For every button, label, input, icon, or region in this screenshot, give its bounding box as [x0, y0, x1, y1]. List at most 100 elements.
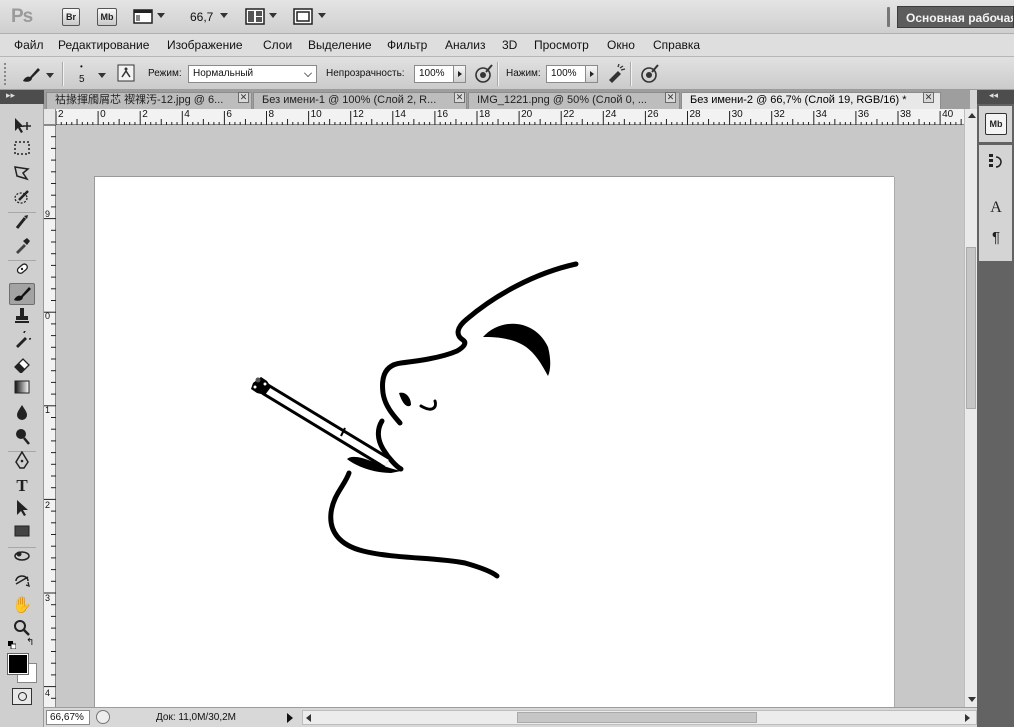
- blur-tool-icon[interactable]: [9, 403, 35, 425]
- pressure-input[interactable]: 100%: [546, 65, 586, 83]
- screen-mode-dropdown-icon[interactable]: [318, 13, 326, 18]
- tablet-size-pressure-icon[interactable]: [639, 64, 659, 84]
- bridge-button[interactable]: Br: [62, 8, 80, 26]
- document-tab-label: Без имени-1 @ 100% (Слой 2, R...: [262, 94, 437, 106]
- document-tab[interactable]: 祜掾揮斶屑芯 禊祼汚-12.jpg @ 6...: [46, 92, 252, 109]
- menu-image[interactable]: Изображение: [167, 38, 243, 52]
- vertical-scrollbar[interactable]: [964, 109, 977, 707]
- menu-view[interactable]: Просмотр: [534, 38, 589, 52]
- eraser-tool-icon[interactable]: [9, 355, 35, 377]
- eyedropper-tool-icon[interactable]: [9, 236, 35, 258]
- lasso-tool-icon[interactable]: [9, 164, 35, 186]
- ruler-label: 12: [352, 109, 364, 120]
- close-icon[interactable]: ✕: [665, 92, 676, 103]
- status-menu-arrow-icon[interactable]: [287, 713, 293, 723]
- paragraph-panel-icon[interactable]: ¶: [985, 227, 1007, 249]
- menu-layers[interactable]: Слои: [263, 38, 292, 52]
- quick-selection-tool-icon[interactable]: [9, 188, 35, 210]
- canvas-area[interactable]: [56, 125, 964, 707]
- 3d-orbit-tool-icon[interactable]: [9, 571, 35, 593]
- tools-panel-header[interactable]: ▸▸: [0, 90, 44, 104]
- character-panel-icon[interactable]: A: [985, 197, 1007, 219]
- ruler-label: 0: [100, 109, 106, 120]
- menu-window[interactable]: Окно: [607, 38, 635, 52]
- default-colors-icon[interactable]: [8, 638, 17, 650]
- pen-tool-icon[interactable]: [9, 450, 35, 473]
- tool-preset-brush-icon[interactable]: [20, 64, 40, 84]
- menu-file[interactable]: Файл: [14, 38, 44, 52]
- arrange-documents-icon[interactable]: [245, 8, 265, 25]
- horizontal-scrollbar[interactable]: [302, 710, 977, 725]
- zoom-level[interactable]: 66,7: [190, 10, 213, 24]
- horizontal-ruler[interactable]: 2 0 2 4 6 8 10 12 14 16 18 20 22 24 26 28 30 32 34 36 38 40: [56, 109, 964, 125]
- minibridge-button[interactable]: Mb: [97, 8, 117, 26]
- photoshop-logo: Ps: [11, 6, 33, 27]
- screen-mode-icon[interactable]: [293, 8, 313, 25]
- swap-colors-icon[interactable]: ↰: [26, 637, 34, 648]
- options-grip[interactable]: [4, 63, 8, 85]
- document-tab[interactable]: IMG_1221.png @ 50% (Слой 0, ...: [468, 92, 680, 109]
- zoom-dropdown-icon[interactable]: [220, 13, 228, 18]
- pressure-slider-button[interactable]: [585, 65, 598, 83]
- brush-tool-icon[interactable]: [9, 283, 35, 305]
- document-canvas[interactable]: [94, 176, 894, 707]
- expand-arrows-icon[interactable]: ◂◂: [989, 90, 998, 101]
- move-tool-icon[interactable]: [9, 116, 35, 138]
- path-selection-tool-icon[interactable]: [9, 499, 35, 521]
- mode-select[interactable]: Нормальный: [188, 65, 317, 83]
- gradient-tool-icon[interactable]: [9, 379, 35, 401]
- menu-analysis[interactable]: Анализ: [445, 38, 486, 52]
- vertical-scroll-thumb[interactable]: [966, 247, 976, 409]
- document-info-icon[interactable]: [96, 710, 110, 724]
- type-tool-icon[interactable]: T: [9, 475, 35, 497]
- workspace-switcher[interactable]: Основная рабочая: [897, 6, 1014, 28]
- scroll-up-arrow-icon[interactable]: [968, 113, 976, 118]
- 3d-rotate-tool-icon[interactable]: [9, 547, 35, 569]
- minibridge-panel-icon[interactable]: Mb: [985, 113, 1007, 135]
- rectangle-tool-icon[interactable]: [9, 523, 35, 545]
- view-extras-dropdown-icon[interactable]: [157, 13, 165, 18]
- brush-picker-dropdown-icon[interactable]: [98, 73, 106, 78]
- history-panel-icon[interactable]: [985, 151, 1007, 173]
- horizontal-scroll-thumb[interactable]: [517, 712, 757, 723]
- document-tab-active[interactable]: Без имени-2 @ 66,7% (Слой 19, RGB/16) *: [681, 92, 941, 109]
- quick-mask-icon[interactable]: [12, 688, 32, 705]
- marquee-tool-icon[interactable]: [9, 140, 35, 162]
- menu-select[interactable]: Выделение: [308, 38, 372, 52]
- arrange-dropdown-icon[interactable]: [269, 13, 277, 18]
- ruler-origin[interactable]: [44, 109, 56, 125]
- close-icon[interactable]: ✕: [238, 92, 249, 103]
- collapse-arrows-icon[interactable]: ▸▸: [6, 90, 15, 101]
- foreground-color-swatch[interactable]: [7, 653, 29, 675]
- brush-panel-toggle-icon[interactable]: [117, 64, 137, 84]
- scroll-right-arrow-icon[interactable]: [965, 714, 970, 722]
- hand-tool-icon[interactable]: ✋: [9, 595, 35, 617]
- airbrush-icon[interactable]: [606, 63, 626, 84]
- ruler-label: 8: [268, 109, 275, 120]
- history-brush-tool-icon[interactable]: [9, 328, 35, 353]
- crop-tool-icon[interactable]: [9, 212, 35, 234]
- status-zoom-field[interactable]: 66,67%: [46, 710, 90, 725]
- dodge-tool-icon[interactable]: [9, 427, 35, 449]
- clone-stamp-tool-icon[interactable]: [9, 307, 35, 329]
- close-icon[interactable]: ✕: [923, 92, 934, 103]
- opacity-slider-button[interactable]: [453, 65, 466, 83]
- menu-help[interactable]: Справка: [653, 38, 700, 52]
- dock-header[interactable]: ◂◂: [977, 90, 1014, 104]
- tool-preset-dropdown-icon[interactable]: [46, 73, 54, 78]
- view-extras-icon[interactable]: [133, 8, 153, 25]
- vertical-ruler[interactable]: 9 0 1 2 3 4: [44, 125, 56, 707]
- ruler-label: 32: [773, 109, 785, 120]
- menu-edit[interactable]: Редактирование: [58, 38, 149, 52]
- healing-brush-tool-icon[interactable]: [9, 260, 35, 282]
- brush-size[interactable]: 5: [79, 74, 85, 85]
- close-icon[interactable]: ✕: [454, 92, 465, 103]
- menu-filter[interactable]: Фильтр: [387, 38, 427, 52]
- scroll-down-arrow-icon[interactable]: [968, 697, 976, 702]
- tablet-opacity-pressure-icon[interactable]: [473, 64, 493, 84]
- scroll-left-arrow-icon[interactable]: [306, 714, 311, 722]
- opacity-input[interactable]: 100%: [414, 65, 454, 83]
- chevron-down-icon: [304, 69, 312, 77]
- document-tab[interactable]: Без имени-1 @ 100% (Слой 2, R...: [253, 92, 467, 109]
- menu-3d[interactable]: 3D: [502, 38, 517, 52]
